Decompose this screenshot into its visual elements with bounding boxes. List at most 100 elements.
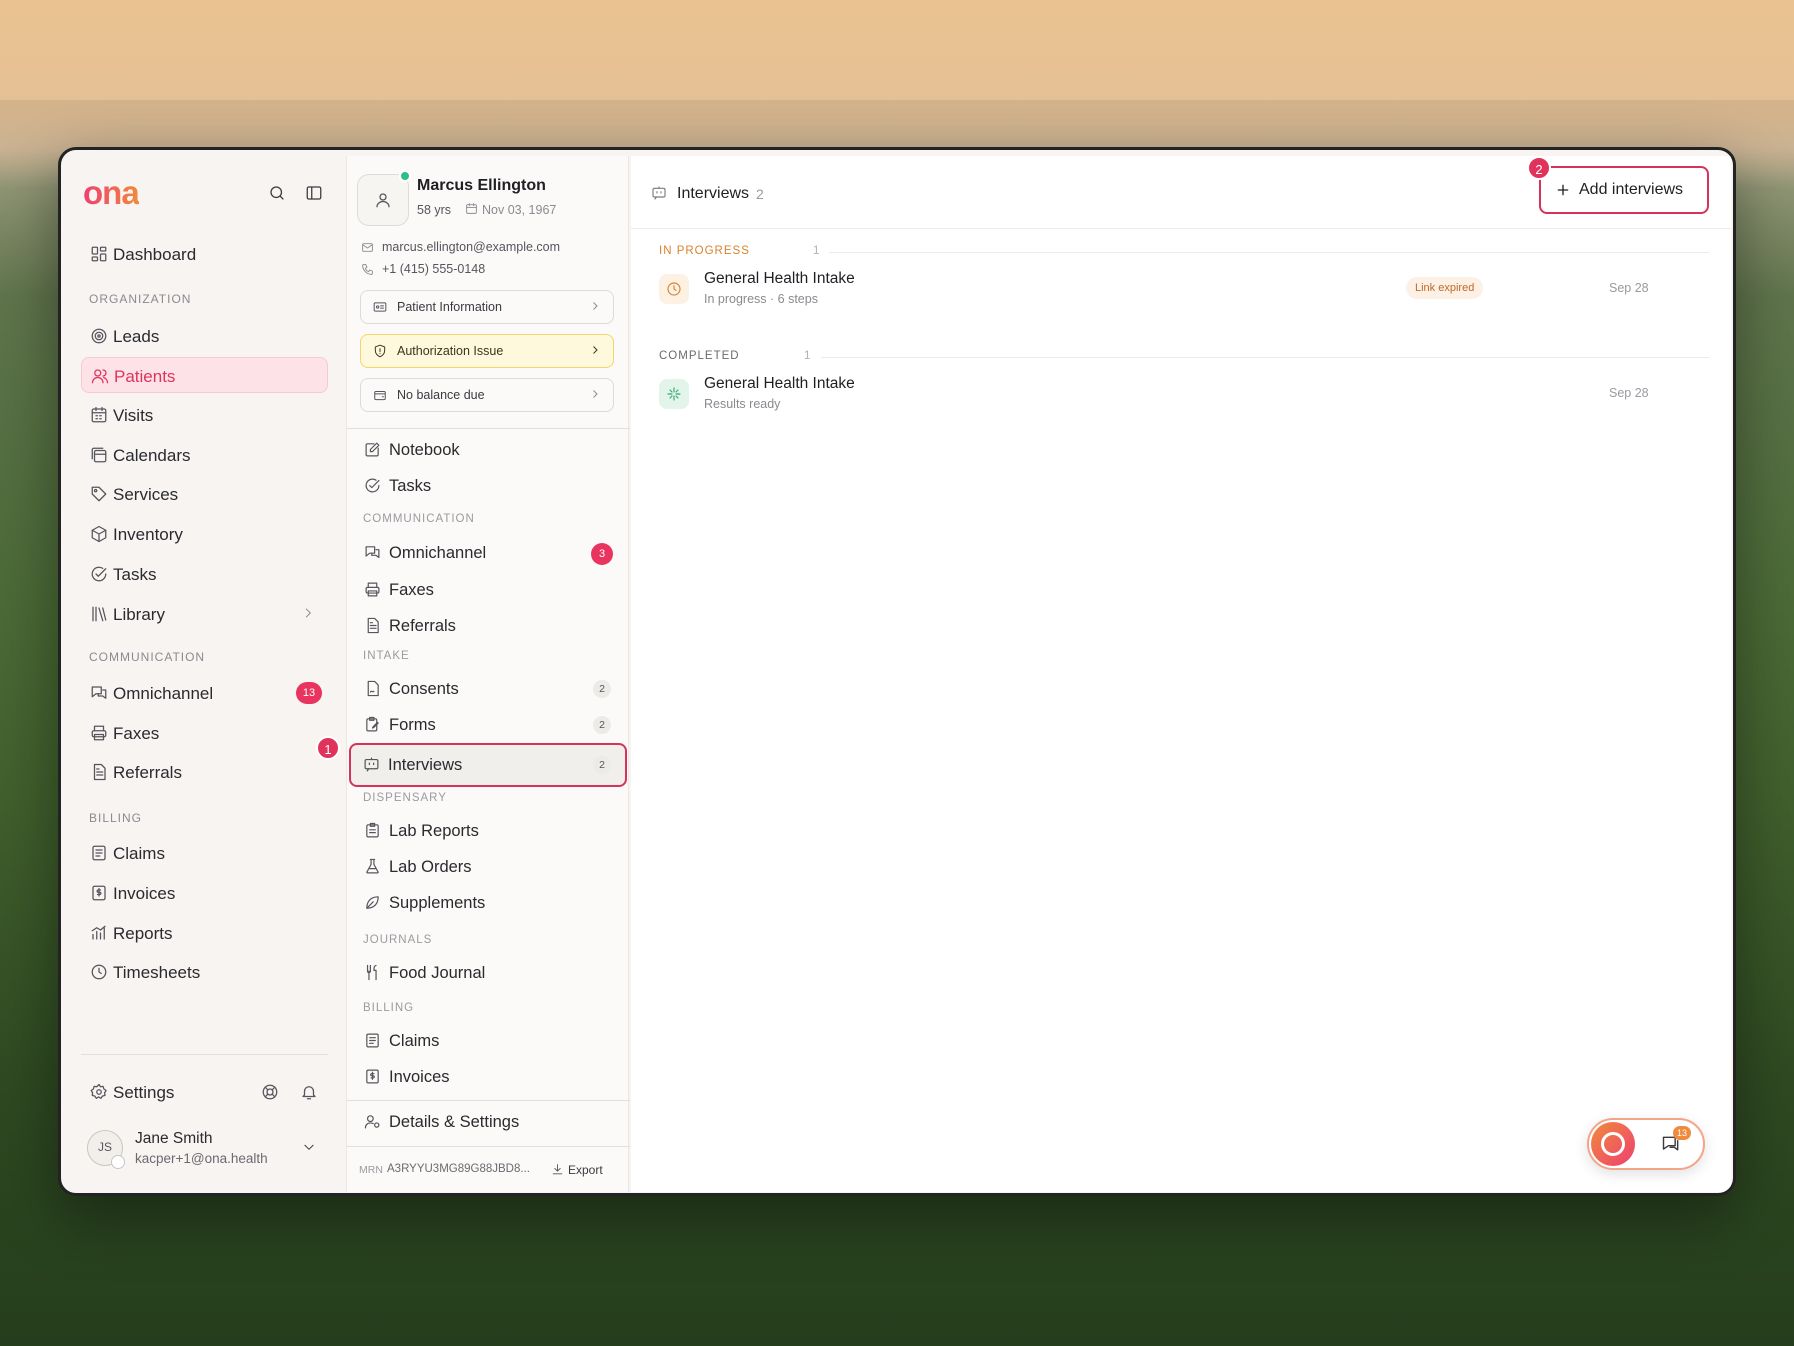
sidebar-item-inventory[interactable]: Inventory (81, 516, 328, 552)
patient-nav-supplements[interactable]: Supplements (351, 885, 625, 921)
patient-nav-notebook[interactable]: Notebook (351, 432, 625, 468)
sidebar-item-leads[interactable]: Leads (81, 318, 328, 354)
user-name: Jane Smith (135, 1130, 213, 1147)
patient-nav-lab-reports[interactable]: Lab Reports (351, 813, 625, 849)
patient-nav-food-journal[interactable]: Food Journal (351, 955, 625, 991)
check-circle-icon (364, 477, 381, 494)
chat-bubbles-icon (90, 684, 108, 702)
online-status-dot (399, 170, 411, 182)
utensils-icon (364, 964, 381, 981)
sidebar-item-calendars[interactable]: Calendars (81, 437, 328, 473)
sidebar-item-label: Reports (113, 924, 173, 943)
search-icon[interactable] (268, 184, 286, 202)
sidebar-item-reports[interactable]: Reports (81, 915, 328, 951)
nav-label: Forms (389, 716, 436, 734)
sidebar-item-label: Leads (113, 327, 160, 346)
patient-nav-forms[interactable]: Forms 2 (351, 707, 625, 743)
sidebar-item-services[interactable]: Services (81, 476, 328, 512)
sidebar-item-label: Settings (113, 1083, 175, 1102)
sidebar-item-label: Visits (113, 406, 154, 425)
sidebar-item-label: Timesheets (113, 963, 201, 982)
patient-phone[interactable]: +1 (415) 555-0148 (382, 262, 485, 276)
chevron-right-icon (589, 344, 601, 356)
sidebar-item-claims[interactable]: Claims (81, 835, 328, 871)
nav-label: Faxes (389, 581, 434, 599)
chat-count-badge: 13 (1673, 1126, 1691, 1140)
balance-card[interactable]: No balance due (360, 378, 614, 412)
interview-row[interactable]: General Health Intake In progress · 6 st… (631, 264, 1731, 316)
unread-count-badge: 13 (296, 682, 322, 704)
interview-date: Sep 28 (1609, 386, 1649, 400)
group-divider (821, 357, 1709, 358)
download-icon (551, 1163, 564, 1176)
sidebar-item-referrals[interactable]: Referrals (81, 754, 328, 790)
sidebar-item-visits[interactable]: Visits (81, 397, 328, 433)
patient-nav-invoices[interactable]: Invoices (351, 1059, 625, 1095)
app-window: ona Dashboard ORGANIZATION Leads Patient… (58, 147, 1736, 1196)
section-dispensary: DISPENSARY (363, 792, 447, 804)
patient-nav-interviews[interactable]: Interviews 2 (349, 743, 627, 787)
sidebar-item-library[interactable]: Library (81, 596, 328, 632)
patient-information-card[interactable]: Patient Information (360, 290, 614, 324)
patient-nav-tasks[interactable]: Tasks (351, 468, 625, 504)
clock-icon (666, 281, 682, 297)
clipboard-icon (90, 844, 108, 862)
export-button[interactable]: Export (568, 1163, 603, 1177)
group-label-completed: COMPLETED (659, 350, 740, 362)
page-title-count: 2 (756, 186, 764, 202)
section-billing: BILLING (363, 1002, 415, 1014)
sidebar-item-omnichannel[interactable]: Omnichannel 13 (81, 675, 328, 711)
patient-nav-claims[interactable]: Claims (351, 1023, 625, 1059)
group-count: 1 (804, 350, 811, 362)
sidebar-toggle-icon[interactable] (305, 184, 323, 202)
interview-row[interactable]: General Health Intake Results ready Sep … (631, 369, 1731, 421)
sidebar-item-dashboard[interactable]: Dashboard (81, 236, 328, 272)
ona-assistant-button[interactable] (1591, 1122, 1635, 1166)
authorization-issue-card[interactable]: Authorization Issue (360, 334, 614, 368)
user-gear-icon (364, 1113, 381, 1130)
printer-icon (364, 581, 381, 598)
page-title: Interviews (677, 185, 750, 202)
patient-nav-consents[interactable]: Consents 2 (351, 671, 625, 707)
section-intake: INTAKE (363, 650, 410, 662)
mrn-label: MRN (359, 1164, 383, 1176)
sidebar-item-label: Inventory (113, 525, 183, 544)
sidebar-item-invoices[interactable]: Invoices (81, 875, 328, 911)
group-count: 1 (813, 245, 820, 257)
user-email: kacper+1@ona.health (135, 1151, 268, 1166)
sidebar-item-label: Library (113, 605, 165, 624)
calendar-icon (465, 202, 478, 215)
patient-nav-omnichannel[interactable]: Omnichannel 3 (351, 535, 625, 571)
lifebuoy-icon[interactable] (261, 1083, 279, 1101)
chevron-down-icon[interactable] (302, 1140, 316, 1154)
add-interviews-button[interactable]: Add interviews (1539, 166, 1709, 214)
patient-email[interactable]: marcus.ellington@example.com (382, 240, 560, 254)
patient-nav-referrals[interactable]: Referrals (351, 608, 625, 644)
document-icon (90, 763, 108, 781)
plus-icon (1555, 182, 1571, 198)
patient-age: 58 yrs (417, 203, 452, 217)
bell-icon[interactable] (300, 1083, 318, 1101)
patient-nav-details-settings[interactable]: Details & Settings (351, 1104, 625, 1140)
clock-icon (90, 963, 108, 981)
patient-nav-faxes[interactable]: Faxes (351, 572, 625, 608)
patient-nav-lab-orders[interactable]: Lab Orders (351, 849, 625, 885)
sparkle-icon (666, 386, 682, 402)
status-badge: Link expired (1406, 277, 1484, 299)
panel-divider (347, 428, 630, 429)
package-icon (90, 525, 108, 543)
patient-avatar[interactable] (357, 174, 409, 226)
shield-alert-icon (373, 344, 387, 358)
nav-label: Claims (389, 1032, 440, 1050)
sidebar-item-tasks[interactable]: Tasks (81, 556, 328, 592)
phone-icon (361, 263, 374, 276)
library-icon (90, 605, 108, 623)
notebook-icon (364, 441, 381, 458)
section-organization: ORGANIZATION (89, 292, 192, 306)
sidebar-item-settings[interactable]: Settings (81, 1074, 328, 1110)
sidebar-item-label: Claims (113, 844, 165, 863)
sidebar-item-patients[interactable]: Patients (81, 357, 328, 393)
sidebar-item-faxes[interactable]: Faxes (81, 715, 328, 751)
sidebar-item-timesheets[interactable]: Timesheets (81, 954, 328, 990)
invoice-dollar-icon (364, 1068, 381, 1085)
